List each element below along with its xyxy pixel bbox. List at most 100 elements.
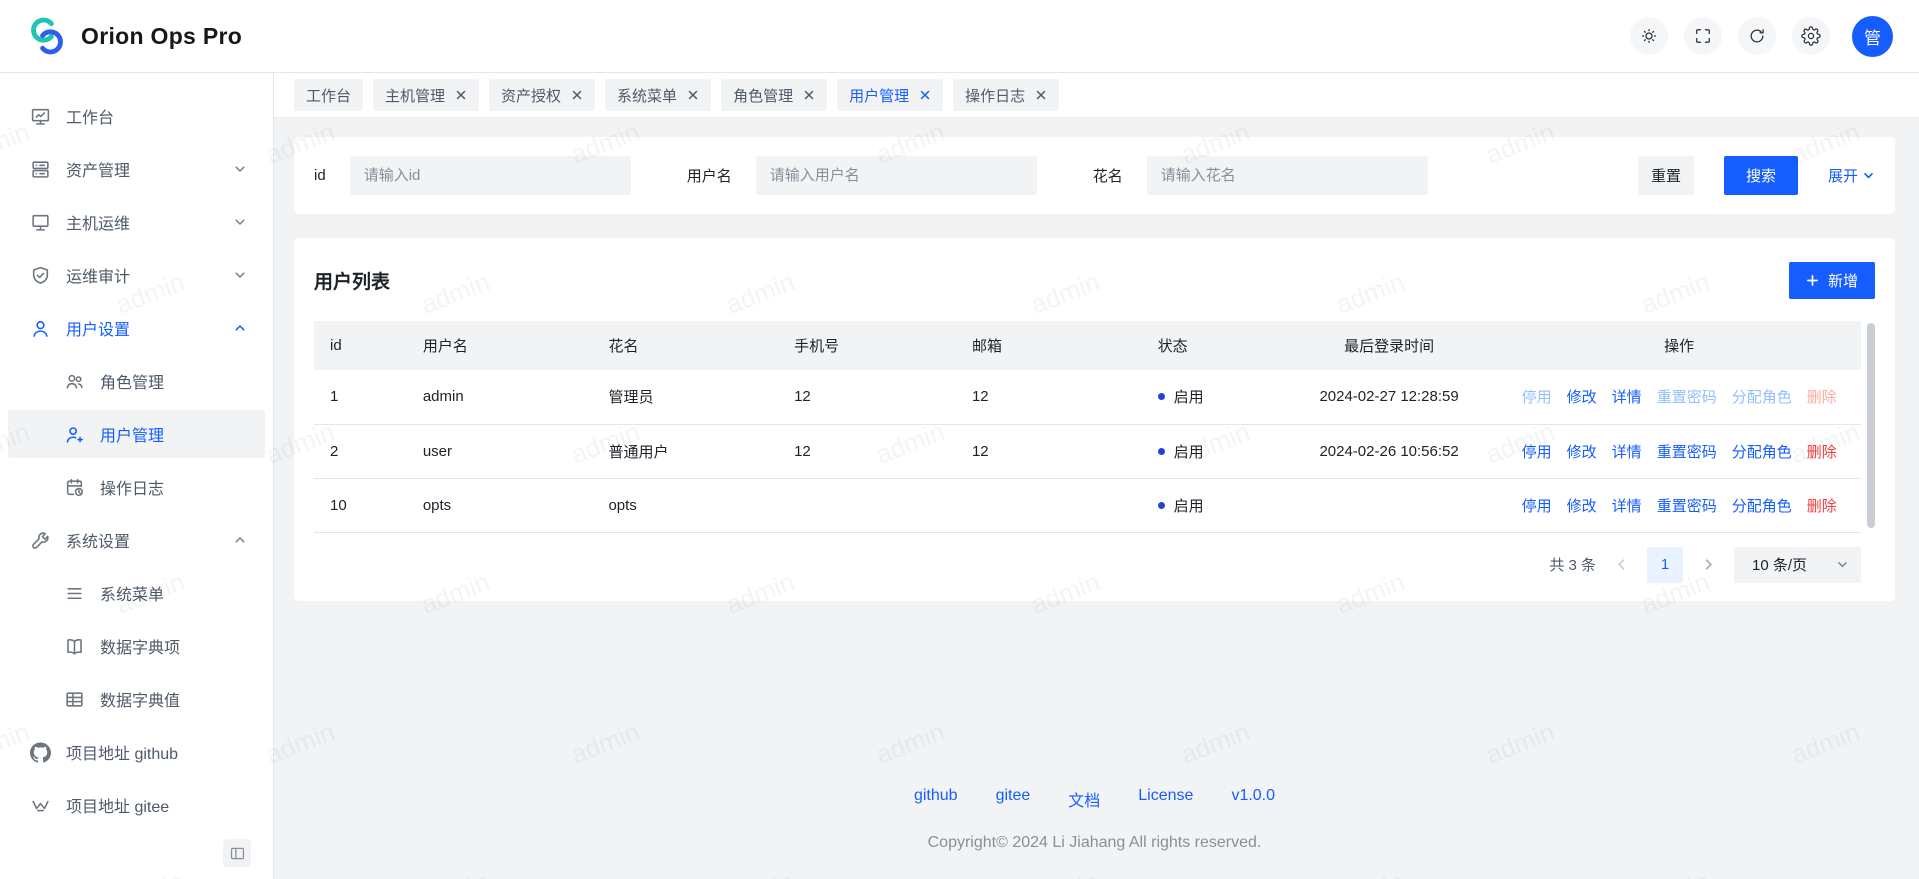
footer-link-gitee[interactable]: gitee (996, 787, 1031, 811)
sidebar-item-wrench[interactable]: 系统设置 (8, 516, 265, 564)
close-icon[interactable] (1035, 89, 1047, 101)
action-delete[interactable]: 删除 (1807, 495, 1837, 516)
action-edit[interactable]: 修改 (1567, 495, 1597, 516)
action-detail[interactable]: 详情 (1612, 495, 1642, 516)
tab-操作日志[interactable]: 操作日志 (953, 79, 1059, 111)
search-form: id 用户名 花名 重置 搜索 展开 (294, 137, 1895, 214)
id-input[interactable] (350, 156, 631, 195)
search-button[interactable]: 搜索 (1724, 156, 1798, 195)
settings-button[interactable] (1792, 17, 1830, 55)
sidebar-item-book[interactable]: 数据字典项 (8, 622, 265, 670)
tab-工作台[interactable]: 工作台 (294, 79, 363, 111)
action-assign-role[interactable]: 分配角色 (1732, 495, 1792, 516)
sidebar-item-github[interactable]: 项目地址 github (8, 728, 265, 776)
cell-username: admin (407, 370, 593, 424)
close-icon[interactable] (919, 89, 931, 101)
action-detail[interactable]: 详情 (1612, 386, 1642, 407)
chevron-right-icon (1701, 557, 1716, 572)
sidebar-item-menu[interactable]: 系统菜单 (8, 569, 265, 617)
expand-toggle[interactable]: 展开 (1828, 165, 1875, 186)
sidebar-item-label: 系统菜单 (100, 581, 164, 605)
tab-label: 工作台 (306, 85, 351, 106)
sidebar-item-grid[interactable]: 数据字典值 (8, 675, 265, 723)
cell-email: 12 (956, 424, 1142, 478)
page-size-select[interactable]: 10 条/页 (1734, 547, 1861, 583)
close-icon[interactable] (455, 89, 467, 101)
cell-status: 启用 (1142, 370, 1281, 424)
cell-actions: 停用修改详情重置密码分配角色删除 (1497, 478, 1861, 532)
theme-button[interactable] (1630, 17, 1668, 55)
status-dot (1158, 502, 1165, 509)
audit-icon (30, 265, 51, 286)
footer-link-license[interactable]: License (1138, 787, 1193, 811)
sidebar-item-user-add[interactable]: 用户管理 (8, 410, 265, 458)
column-header: 花名 (592, 321, 778, 370)
table-scrollbar[interactable] (1867, 323, 1875, 528)
action-edit[interactable]: 修改 (1567, 386, 1597, 407)
tab-主机管理[interactable]: 主机管理 (373, 79, 479, 111)
sidebar-item-label: 系统设置 (66, 528, 130, 552)
action-reset-password[interactable]: 重置密码 (1657, 441, 1717, 462)
cell-nickname: 普通用户 (592, 424, 778, 478)
menu-icon (64, 583, 85, 604)
workbench-icon (30, 106, 51, 127)
tab-角色管理[interactable]: 角色管理 (721, 79, 827, 111)
tab-系统菜单[interactable]: 系统菜单 (605, 79, 711, 111)
status-text: 启用 (1174, 386, 1204, 407)
pagination-next-button[interactable] (1701, 557, 1716, 572)
tab-用户管理[interactable]: 用户管理 (837, 79, 943, 111)
cell-status: 启用 (1142, 424, 1281, 478)
action-detail[interactable]: 详情 (1612, 441, 1642, 462)
field-username: 用户名 (687, 156, 1037, 195)
chevron-down-icon (233, 162, 247, 176)
pagination-prev-button[interactable] (1614, 557, 1629, 572)
close-icon[interactable] (687, 89, 699, 101)
reset-button[interactable]: 重置 (1638, 156, 1694, 195)
main-area: 工作台 主机管理资产授权系统菜单角色管理用户管理操作日志 id 用户名 花名 重置… (274, 73, 1919, 879)
sidebar-item-user[interactable]: 用户设置 (8, 304, 265, 352)
copyright: Copyright© 2024 Li Jiahang All rights re… (294, 834, 1895, 852)
action-delete: 删除 (1807, 386, 1837, 407)
sidebar-item-audit[interactable]: 运维审计 (8, 251, 265, 299)
wrench-icon (30, 530, 51, 551)
sidebar-item-workbench[interactable]: 工作台 (8, 92, 265, 140)
sidebar-item-label: 资产管理 (66, 157, 130, 181)
sidebar-item-assets[interactable]: 资产管理 (8, 145, 265, 193)
pagination-page-1[interactable]: 1 (1647, 547, 1683, 583)
footer-link-docs[interactable]: 文档 (1068, 787, 1100, 811)
sidebar-item-log[interactable]: 操作日志 (8, 463, 265, 511)
sidebar-item-label: 用户管理 (100, 422, 164, 446)
username-input[interactable] (756, 156, 1037, 195)
action-disable[interactable]: 停用 (1522, 441, 1552, 462)
action-assign-role[interactable]: 分配角色 (1732, 441, 1792, 462)
app-header: Orion Ops Pro 管 (0, 0, 1919, 73)
status-text: 启用 (1174, 441, 1204, 462)
sidebar-item-label: 主机运维 (66, 210, 130, 234)
nickname-input[interactable] (1147, 156, 1428, 195)
column-header: id (314, 321, 407, 370)
action-disable[interactable]: 停用 (1522, 495, 1552, 516)
footer-link-github[interactable]: github (914, 787, 958, 811)
action-edit[interactable]: 修改 (1567, 441, 1597, 462)
sidebar-item-role[interactable]: 角色管理 (8, 357, 265, 405)
footer-link-version[interactable]: v1.0.0 (1231, 787, 1275, 811)
close-icon[interactable] (571, 89, 583, 101)
fullscreen-button[interactable] (1684, 17, 1722, 55)
sidebar-item-label: 数据字典值 (100, 687, 180, 711)
footer-links: github gitee 文档 License v1.0.0 (294, 787, 1895, 811)
sidebar-collapse-button[interactable] (223, 839, 251, 867)
column-header: 用户名 (407, 321, 593, 370)
sidebar-item-host[interactable]: 主机运维 (8, 198, 265, 246)
add-user-button[interactable]: 新增 (1789, 262, 1875, 299)
close-icon[interactable] (803, 89, 815, 101)
refresh-button[interactable] (1738, 17, 1776, 55)
tab-资产授权[interactable]: 资产授权 (489, 79, 595, 111)
column-header: 邮箱 (956, 321, 1142, 370)
content: id 用户名 花名 重置 搜索 展开 (274, 117, 1919, 879)
refresh-icon (1747, 26, 1767, 46)
action-reset-password[interactable]: 重置密码 (1657, 495, 1717, 516)
cell-username: opts (407, 478, 593, 532)
action-delete[interactable]: 删除 (1807, 441, 1837, 462)
user-avatar[interactable]: 管 (1852, 16, 1893, 57)
sidebar-item-gitee[interactable]: 项目地址 gitee (8, 781, 265, 829)
